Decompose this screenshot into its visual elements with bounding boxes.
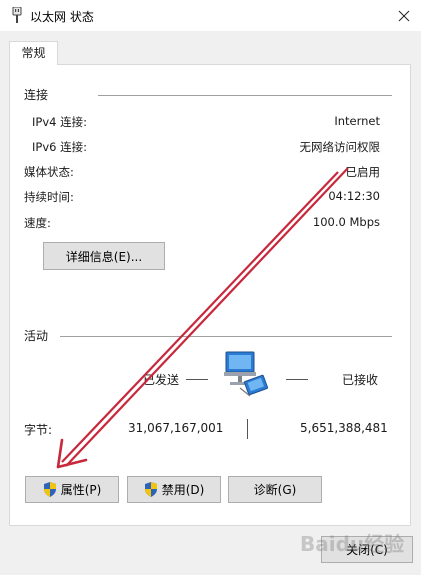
connection-divider <box>98 95 392 96</box>
close-icon <box>398 10 410 21</box>
network-computers-icon <box>220 350 276 403</box>
connection-heading: 连接 <box>24 88 49 102</box>
window-title: 以太网 状态 <box>30 10 94 24</box>
ipv4-value: Internet <box>334 114 380 128</box>
ipv6-value: 无网络访问权限 <box>299 140 381 154</box>
sent-label: 已发送 <box>143 373 180 387</box>
duration-label: 持续时间: <box>24 190 74 204</box>
activity-heading: 活动 <box>24 329 49 343</box>
general-panel <box>9 64 411 526</box>
diagnose-button[interactable]: 诊断(G) <box>228 476 322 503</box>
properties-button-label: 属性(P) <box>60 483 102 497</box>
activity-divider <box>60 336 392 337</box>
media-state-label: 媒体状态: <box>24 165 74 179</box>
shield-icon <box>144 482 157 497</box>
details-button[interactable]: 详细信息(E)... <box>43 242 165 270</box>
bytes-separator <box>247 419 248 439</box>
shield-icon <box>43 482 56 497</box>
speed-label: 速度: <box>24 216 51 230</box>
tab-general[interactable]: 常规 <box>9 41 58 65</box>
received-label: 已接收 <box>342 373 379 387</box>
disable-button-label: 禁用(D) <box>161 483 205 497</box>
media-state-value: 已启用 <box>345 165 381 179</box>
watermark: Baidu经验 <box>300 532 405 556</box>
duration-value: 04:12:30 <box>328 189 380 203</box>
title-bar: 以太网 状态 <box>0 0 421 31</box>
network-cable-icon <box>10 6 24 23</box>
ipv4-label: IPv4 连接: <box>32 115 87 129</box>
received-dash <box>286 379 308 380</box>
close-window-button[interactable] <box>387 0 421 31</box>
bytes-received-value: 5,651,388,481 <box>300 421 388 435</box>
speed-value: 100.0 Mbps <box>312 215 380 229</box>
sent-dash <box>186 379 208 380</box>
ipv6-label: IPv6 连接: <box>32 140 87 154</box>
bytes-sent-value: 31,067,167,001 <box>128 421 224 435</box>
bytes-label: 字节: <box>24 423 53 437</box>
properties-button[interactable]: 属性(P) <box>25 476 119 503</box>
disable-button[interactable]: 禁用(D) <box>127 476 221 503</box>
